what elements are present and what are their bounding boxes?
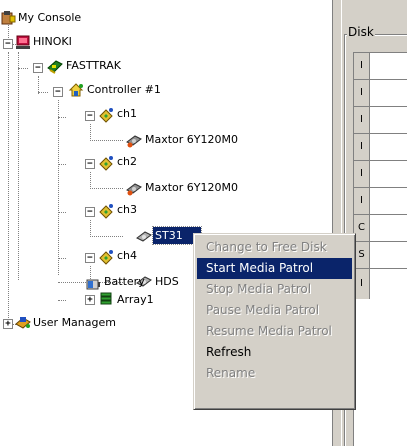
tree-node-battery[interactable]: Battery: [102, 273, 147, 290]
menu-item-change-to-free-disk[interactable]: Change to Free Disk: [197, 237, 352, 258]
user-management-icon: [15, 314, 31, 330]
tree-node-disk-2[interactable]: Maxtor 6Y120M0: [143, 179, 240, 196]
grid-row: C: [354, 215, 407, 242]
grid-row: I: [354, 269, 407, 446]
disk-icon: [126, 132, 142, 148]
channel-icon: [98, 203, 114, 219]
console-icon: [1, 10, 17, 26]
tree-node-ch3[interactable]: ch3: [115, 201, 139, 218]
menu-item-refresh[interactable]: Refresh: [197, 342, 352, 363]
tree-node-user-management[interactable]: User Managem: [31, 314, 118, 331]
controller-icon: [68, 82, 84, 98]
collapse-toggle[interactable]: −: [85, 111, 95, 121]
menu-item-rename[interactable]: Rename: [197, 363, 352, 384]
tree-node-ch2[interactable]: ch2: [115, 153, 139, 170]
collapse-toggle[interactable]: −: [33, 63, 43, 73]
tree-node-disk-4[interactable]: HDS: [153, 273, 181, 290]
grid-row: I: [354, 80, 407, 107]
array-icon: [98, 291, 114, 307]
disk-group-title: Disk: [347, 25, 375, 39]
grid-row: I: [354, 161, 407, 188]
menu-item-resume-media-patrol[interactable]: Resume Media Patrol: [197, 321, 352, 342]
row-marker: C: [354, 215, 370, 241]
row-marker: I: [354, 53, 370, 79]
collapse-toggle[interactable]: −: [3, 39, 13, 49]
tree-node-ch1[interactable]: ch1: [115, 105, 139, 122]
collapse-toggle[interactable]: −: [85, 159, 95, 169]
channel-icon: [98, 249, 114, 265]
context-menu: Change to Free Disk Start Media Patrol S…: [193, 233, 356, 410]
grid-row: I: [354, 134, 407, 161]
grid-row: I: [354, 188, 407, 215]
grid-row: I: [354, 107, 407, 134]
tree-node-my-console[interactable]: My Console: [16, 9, 83, 26]
tree-node-controller[interactable]: Controller #1: [85, 81, 163, 98]
expand-toggle[interactable]: +: [3, 319, 13, 329]
expand-toggle[interactable]: +: [85, 295, 95, 305]
menu-item-pause-media-patrol[interactable]: Pause Media Patrol: [197, 300, 352, 321]
grid-row: S: [354, 242, 407, 269]
battery-icon: [85, 276, 101, 292]
collapse-toggle[interactable]: −: [85, 253, 95, 263]
row-marker: I: [354, 107, 370, 133]
tree-node-fasttrak[interactable]: FASTTRAK: [64, 57, 123, 74]
adapter-card-icon: [47, 58, 63, 74]
tree-node-disk-1[interactable]: Maxtor 6Y120M0: [143, 131, 240, 148]
row-marker: I: [354, 269, 370, 299]
tree-node-hinoki[interactable]: HINOKI: [31, 33, 74, 50]
menu-item-stop-media-patrol[interactable]: Stop Media Patrol: [197, 279, 352, 300]
channel-icon: [98, 155, 114, 171]
row-marker: S: [354, 242, 370, 268]
row-marker: I: [354, 188, 370, 214]
row-marker: I: [354, 80, 370, 106]
channel-icon: [98, 107, 114, 123]
disk-icon: [136, 228, 152, 244]
disk-property-grid: I I I I I I C S I: [353, 52, 407, 446]
collapse-toggle[interactable]: −: [85, 207, 95, 217]
disk-icon: [126, 180, 142, 196]
tree-node-array1[interactable]: Array1: [115, 291, 156, 308]
row-marker: I: [354, 134, 370, 160]
server-icon: [15, 34, 31, 50]
collapse-toggle[interactable]: −: [53, 87, 63, 97]
menu-item-start-media-patrol[interactable]: Start Media Patrol: [197, 258, 352, 279]
grid-row: I: [354, 53, 407, 80]
row-marker: I: [354, 161, 370, 187]
tree-node-ch4[interactable]: ch4: [115, 247, 139, 264]
